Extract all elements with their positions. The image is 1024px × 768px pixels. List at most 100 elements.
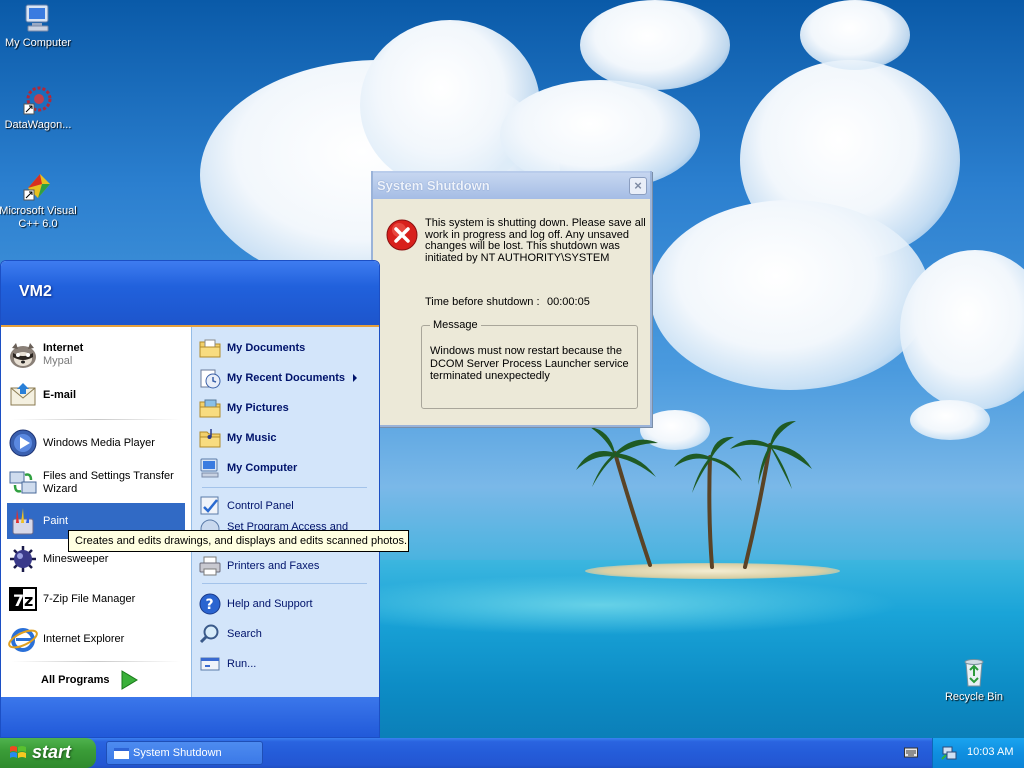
printers-and-faxes-label: Printers and Faxes [227, 560, 320, 572]
recent-item-7zip[interactable]: 7z 7-Zip File Manager [7, 579, 185, 619]
wallpaper-cloud [580, 0, 730, 90]
folder-music-icon [198, 426, 222, 450]
desktop-icon-label: Microsoft Visual C++ 6.0 [0, 205, 77, 230]
internet-explorer-icon [7, 623, 39, 655]
recent-item-windows-media-player[interactable]: Windows Media Player [7, 423, 185, 463]
places-my-pictures[interactable]: My Pictures [198, 395, 376, 421]
printers-and-faxes[interactable]: Printers and Faxes [198, 553, 376, 579]
places-separator [202, 487, 367, 488]
run[interactable]: Run... [198, 651, 376, 677]
desktop-icon-label: My Computer [4, 37, 72, 49]
close-button[interactable]: × [629, 177, 647, 195]
message-group-label: Message [433, 319, 478, 331]
recent-item-label: Internet Explorer [43, 632, 125, 645]
control-panel-icon [198, 494, 222, 518]
run-icon [198, 652, 222, 676]
keyboard-icon[interactable] [904, 746, 918, 758]
places-my-music[interactable]: My Music [198, 425, 376, 451]
places-my-computer[interactable]: My Computer [198, 455, 376, 481]
wallpaper-cloud [800, 0, 910, 70]
svg-text:?: ? [206, 597, 214, 613]
search-icon [198, 622, 222, 646]
timer-value: 00:00:05 [547, 296, 590, 308]
pinned-item-email[interactable]: E-mail [7, 375, 185, 415]
run-label: Run... [227, 658, 257, 670]
window-icon [114, 748, 129, 759]
timer-label: Time before shutdown : [425, 296, 540, 308]
email-icon [7, 379, 39, 411]
control-panel[interactable]: Control Panel [198, 493, 376, 519]
places-label: My Music [227, 432, 277, 444]
help-and-support[interactable]: ? Help and Support [198, 591, 376, 617]
places-label: My Pictures [227, 402, 289, 414]
palm-trees-image [576, 421, 812, 569]
taskbar-button-system-shutdown[interactable]: System Shutdown [106, 741, 263, 765]
all-programs-label: All Programs [41, 673, 110, 686]
system-tray: 10:03 AM [932, 738, 1024, 768]
desktop-icon-visual-cpp[interactable]: Microsoft Visual C++ 6.0 [0, 170, 78, 231]
user-name: VM2 [19, 283, 52, 300]
desktop-icon-recycle-bin[interactable]: Recycle Bin [934, 656, 1014, 704]
raccoon-browser-icon [7, 339, 39, 371]
close-icon: × [634, 178, 642, 193]
places-label: My Computer [227, 462, 298, 474]
pinned-separator [11, 419, 181, 420]
printer-icon [198, 554, 222, 578]
places-label: My Recent Documents [227, 372, 345, 384]
search[interactable]: Search [198, 621, 376, 647]
computer-icon [198, 456, 222, 480]
all-programs-separator [11, 661, 181, 662]
places-my-documents[interactable]: My Documents [198, 335, 376, 361]
recent-item-files-settings-transfer[interactable]: Files and Settings Transfer Wizard [7, 463, 185, 503]
start-menu-left-pane: Internet Mypal E-mail Windows Media Play… [1, 327, 191, 697]
wallpaper-sea-light [300, 575, 900, 635]
help-and-support-label: Help and Support [227, 598, 313, 610]
desktop-icon-datawagon[interactable]: DataWagon... [0, 84, 78, 132]
recent-item-label: 7-Zip File Manager [43, 592, 136, 605]
message-group-text: Windows must now restart because the DCO… [430, 345, 629, 382]
desktop-icon-label: Recycle Bin [944, 691, 1004, 703]
datawagon-icon [22, 84, 54, 116]
paint-icon [7, 505, 39, 537]
dialog-titlebar[interactable]: System Shutdown × [373, 171, 650, 199]
folder-documents-icon [198, 336, 222, 360]
start-button[interactable]: start [0, 738, 96, 768]
folder-pictures-icon [198, 396, 222, 420]
places-label: My Documents [227, 342, 306, 354]
pinned-item-title: E-mail [43, 388, 77, 401]
mine-icon [7, 543, 39, 575]
recent-documents-icon [198, 366, 222, 390]
start-label: start [32, 742, 72, 762]
network-icon[interactable] [941, 745, 957, 761]
clock[interactable]: 10:03 AM [967, 746, 1013, 758]
media-player-icon [7, 427, 39, 459]
system-shutdown-dialog: System Shutdown × This system is shuttin… [371, 171, 652, 427]
paint-tooltip: Creates and edits drawings, and displays… [68, 530, 409, 552]
places-my-recent-documents[interactable]: My Recent Documents [198, 365, 376, 391]
pinned-item-internet[interactable]: Internet Mypal [7, 335, 185, 375]
dialog-title: System Shutdown [377, 178, 490, 193]
all-programs-button[interactable]: All Programs [41, 665, 161, 695]
start-menu: VM2 Internet Mypal E-mail Windows Media … [0, 260, 380, 738]
svg-text:z: z [24, 591, 33, 610]
message-group: Message Windows must now restart because… [421, 319, 638, 409]
recycle-bin-icon [958, 656, 990, 688]
submenu-arrow-icon [352, 374, 357, 382]
recent-item-internet-explorer[interactable]: Internet Explorer [7, 619, 185, 659]
svg-text:7: 7 [13, 591, 24, 610]
recent-item-label: Windows Media Player [43, 436, 155, 449]
wallpaper-cloud [650, 200, 930, 390]
control-panel-label: Control Panel [227, 500, 294, 512]
dialog-message: This system is shutting down. Please sav… [425, 217, 646, 264]
transfer-wizard-icon [7, 467, 39, 499]
desktop-icon-my-computer[interactable]: My Computer [0, 2, 78, 50]
wallpaper-cloud [910, 400, 990, 440]
start-menu-footer [1, 697, 379, 737]
desktop-icon-label: DataWagon... [4, 119, 72, 131]
seven-zip-icon: 7z [7, 583, 39, 615]
recent-item-label: Minesweeper [43, 552, 109, 565]
error-icon [386, 219, 418, 251]
windows-logo-icon [10, 746, 26, 758]
pinned-item-title: Internet [43, 342, 84, 354]
pinned-item-subtitle: Mypal [43, 355, 73, 367]
